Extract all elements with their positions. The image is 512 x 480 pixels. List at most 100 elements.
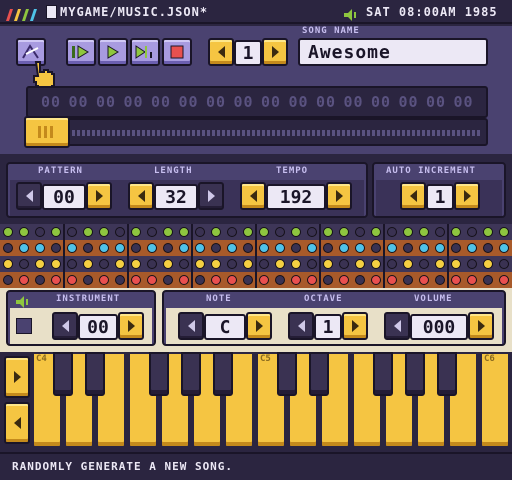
step-dot[interactable]	[131, 275, 141, 285]
pattern-slot[interactable]: 00	[38, 93, 64, 111]
step-dot[interactable]	[467, 227, 477, 237]
step-dot[interactable]	[483, 275, 493, 285]
step-dot[interactable]	[243, 227, 253, 237]
step-dot[interactable]	[419, 275, 429, 285]
step-dot[interactable]	[19, 227, 29, 237]
step-dot[interactable]	[35, 243, 45, 253]
step-dot[interactable]	[115, 243, 125, 253]
step-dot[interactable]	[259, 243, 269, 253]
step-dot[interactable]	[435, 275, 445, 285]
step-dot[interactable]	[35, 227, 45, 237]
step-dot[interactable]	[403, 227, 413, 237]
step-dot[interactable]	[355, 259, 365, 269]
note-next-button[interactable]	[246, 312, 272, 340]
step-dot[interactable]	[291, 275, 301, 285]
step-dot[interactable]	[147, 227, 157, 237]
step-dot[interactable]	[243, 259, 253, 269]
step-dot[interactable]	[323, 243, 333, 253]
step-dot[interactable]	[195, 275, 205, 285]
step-dot[interactable]	[275, 227, 285, 237]
step-dot[interactable]	[179, 243, 189, 253]
step-dot[interactable]	[83, 275, 93, 285]
step-dot[interactable]	[67, 275, 77, 285]
pattern-slot[interactable]: 00	[258, 93, 284, 111]
step-dot[interactable]	[371, 227, 381, 237]
step-dot[interactable]	[99, 259, 109, 269]
step-dot[interactable]	[195, 259, 205, 269]
note-value[interactable]: C	[204, 314, 246, 340]
piano-keyboard[interactable]	[32, 352, 512, 450]
step-dot[interactable]	[147, 243, 157, 253]
step-dot[interactable]	[83, 259, 93, 269]
step-dot[interactable]	[131, 259, 141, 269]
length-prev-button[interactable]	[128, 182, 154, 210]
instrument-prev-button[interactable]	[52, 312, 78, 340]
step-dot[interactable]	[355, 243, 365, 253]
pattern-next-button[interactable]	[86, 182, 112, 210]
auto-increment-value[interactable]: 1	[426, 184, 454, 210]
pattern-slot[interactable]: 00	[286, 93, 312, 111]
step-dot[interactable]	[35, 259, 45, 269]
step-dot[interactable]	[83, 243, 93, 253]
pattern-scrollbar[interactable]	[26, 118, 488, 146]
instrument-value[interactable]: 00	[78, 314, 118, 340]
step-dot[interactable]	[403, 243, 413, 253]
step-dot[interactable]	[131, 227, 141, 237]
octave-prev-button[interactable]	[288, 312, 314, 340]
octave-next-button[interactable]	[342, 312, 368, 340]
step-dot[interactable]	[371, 259, 381, 269]
step-dot[interactable]	[275, 243, 285, 253]
play-from-start-button[interactable]	[66, 38, 96, 66]
volume-prev-button[interactable]	[384, 312, 410, 340]
step-dot[interactable]	[307, 275, 317, 285]
step-dot[interactable]	[451, 259, 461, 269]
pattern-slot[interactable]: 00	[66, 93, 92, 111]
step-dot[interactable]	[403, 259, 413, 269]
step-dot[interactable]	[387, 259, 397, 269]
step-dot[interactable]	[499, 275, 509, 285]
pattern-slot[interactable]: 00	[93, 93, 119, 111]
step-dot[interactable]	[227, 243, 237, 253]
step-dot[interactable]	[3, 259, 13, 269]
step-dot[interactable]	[387, 227, 397, 237]
step-dot[interactable]	[67, 259, 77, 269]
step-dot[interactable]	[51, 243, 61, 253]
step-dot[interactable]	[483, 227, 493, 237]
step-dot[interactable]	[51, 275, 61, 285]
step-dot[interactable]	[67, 227, 77, 237]
step-dot[interactable]	[195, 227, 205, 237]
step-dot[interactable]	[115, 275, 125, 285]
step-dot[interactable]	[19, 259, 29, 269]
auto-increment-prev-button[interactable]	[400, 182, 426, 210]
step-dot[interactable]	[3, 275, 13, 285]
step-dot[interactable]	[387, 275, 397, 285]
step-dot[interactable]	[195, 243, 205, 253]
step-dot[interactable]	[467, 259, 477, 269]
pattern-prev-button[interactable]	[16, 182, 42, 210]
step-dot[interactable]	[211, 243, 221, 253]
volume-next-button[interactable]	[468, 312, 494, 340]
pattern-value[interactable]: 00	[42, 184, 86, 210]
step-dot[interactable]	[467, 275, 477, 285]
step-dot[interactable]	[499, 243, 509, 253]
keyboard-octave-up-button[interactable]	[4, 356, 30, 398]
step-dot[interactable]	[291, 227, 301, 237]
step-dot[interactable]	[147, 275, 157, 285]
step-dot[interactable]	[115, 227, 125, 237]
step-dot[interactable]	[387, 243, 397, 253]
length-value[interactable]: 32	[154, 184, 198, 210]
black-key[interactable]	[181, 352, 201, 396]
step-dot[interactable]	[19, 243, 29, 253]
step-dot[interactable]	[371, 275, 381, 285]
step-dot[interactable]	[467, 243, 477, 253]
step-dot[interactable]	[307, 259, 317, 269]
pattern-slot[interactable]: 00	[396, 93, 422, 111]
pattern-slot[interactable]: 00	[148, 93, 174, 111]
step-dot[interactable]	[227, 259, 237, 269]
step-dot[interactable]	[307, 227, 317, 237]
step-dot[interactable]	[147, 259, 157, 269]
step-dot[interactable]	[131, 243, 141, 253]
step-dot[interactable]	[419, 259, 429, 269]
step-dot[interactable]	[483, 243, 493, 253]
black-key[interactable]	[437, 352, 457, 396]
